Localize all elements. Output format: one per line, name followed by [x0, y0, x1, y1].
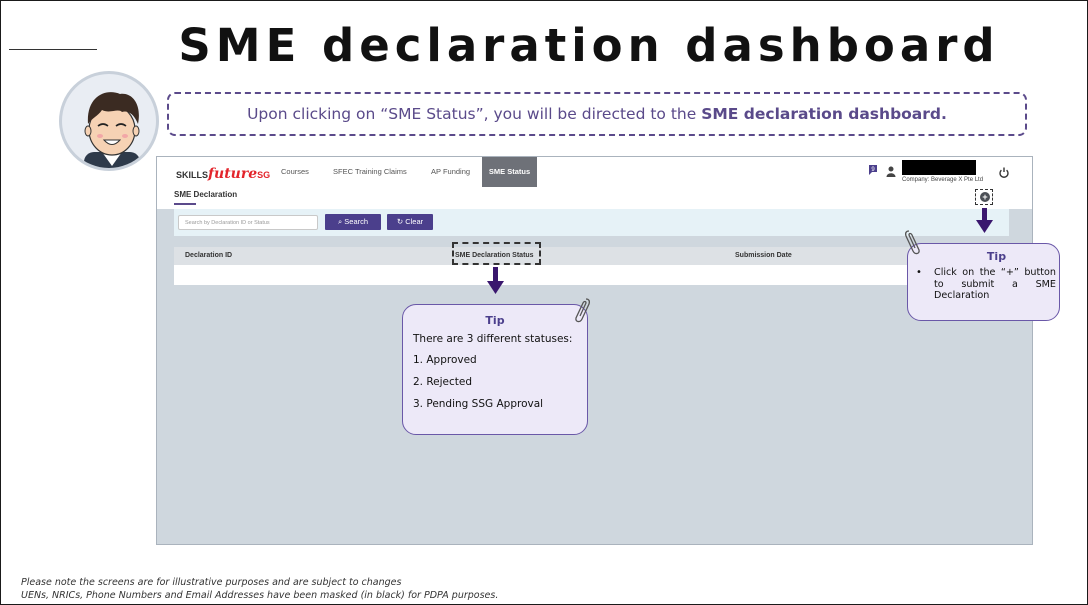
status-column-highlight — [452, 242, 541, 265]
notification-icon[interactable]: 9 — [866, 163, 880, 177]
page-header-bar — [157, 187, 1032, 209]
company-name: Company: Beverage X Pte Ltd — [902, 177, 984, 183]
search-button-label: Search — [344, 217, 369, 226]
tip-status-item: 3. Pending SSG Approval — [413, 398, 544, 410]
slide-title: SME declaration dashboard — [178, 19, 1000, 72]
table-header: Declaration ID SME Declaration Status Su… — [174, 247, 1009, 265]
arrow-down-icon — [487, 281, 504, 294]
nav-courses[interactable]: Courses — [281, 157, 309, 187]
cartoon-face-icon — [84, 92, 140, 168]
clear-button-label: Clear — [405, 217, 424, 226]
slide: SME declaration dashboard Upon clicking … — [0, 0, 1088, 605]
table-row — [174, 265, 1009, 285]
nav-sfec-training-claims[interactable]: SFEC Training Claims — [333, 157, 407, 187]
search-button[interactable]: ⌕ Search — [325, 214, 381, 230]
tip-intro: There are 3 different statuses: — [413, 333, 573, 345]
search-icon: ⌕ — [337, 217, 343, 226]
power-icon[interactable] — [999, 167, 1009, 178]
page-title-underline — [174, 203, 196, 205]
logo-sg-text: SG — [257, 170, 271, 180]
tip-bullet: • — [916, 267, 922, 278]
arrow-down-icon — [976, 220, 993, 233]
tip-status-item: 2. Rejected — [413, 376, 473, 388]
nav-sme-status[interactable]: SME Status — [482, 157, 537, 187]
app-screenshot: SKILLSfutureSG Courses SFEC Training Cla… — [156, 156, 1033, 545]
tip-title: Tip — [485, 314, 505, 327]
footnote-disclaimer: Please note the screens are for illustra… — [21, 577, 402, 588]
app-header: SKILLSfutureSG Courses SFEC Training Cla… — [157, 157, 1032, 187]
skillsfuture-logo[interactable]: SKILLSfutureSG — [176, 166, 270, 182]
search-bar: ⌕ Search ↻ Clear — [174, 209, 1009, 236]
add-icon: + — [980, 192, 990, 202]
add-declaration-button[interactable]: + — [975, 189, 993, 205]
paperclip-icon — [904, 230, 920, 255]
callout-bold-text: SME declaration dashboard. — [701, 105, 947, 123]
column-declaration-id[interactable]: Declaration ID — [185, 252, 232, 259]
search-input[interactable] — [178, 215, 318, 230]
clear-button[interactable]: ↻ Clear — [387, 214, 433, 230]
nav-ap-funding[interactable]: AP Funding — [431, 157, 470, 187]
logo-skills-text: SKILLS — [176, 170, 209, 180]
intro-callout: Upon clicking on “SME Status”, you will … — [167, 92, 1027, 136]
avatar — [59, 71, 159, 171]
tip-title: Tip — [986, 250, 1007, 263]
callout-text: Upon clicking on “SME Status”, you will … — [247, 105, 702, 123]
refresh-icon: ↻ — [396, 217, 404, 226]
tip-status-item: 1. Approved — [413, 354, 477, 366]
masked-username — [902, 160, 976, 175]
add-tip-box: Tip • Click on the “+” button to submit … — [907, 243, 1060, 321]
logo-future-text: future — [208, 166, 258, 182]
user-icon[interactable] — [886, 166, 896, 177]
page-title: SME Declaration — [174, 190, 238, 199]
column-submission-date[interactable]: Submission Date — [735, 252, 792, 259]
paperclip-icon — [575, 298, 591, 323]
tip-text: Click on the “+” button to submit a SME … — [934, 267, 1056, 301]
footnote-pdpa: UENs, NRICs, Phone Numbers and Email Add… — [21, 590, 499, 601]
status-tip-box: Tip There are 3 different statuses: 1. A… — [402, 304, 588, 435]
